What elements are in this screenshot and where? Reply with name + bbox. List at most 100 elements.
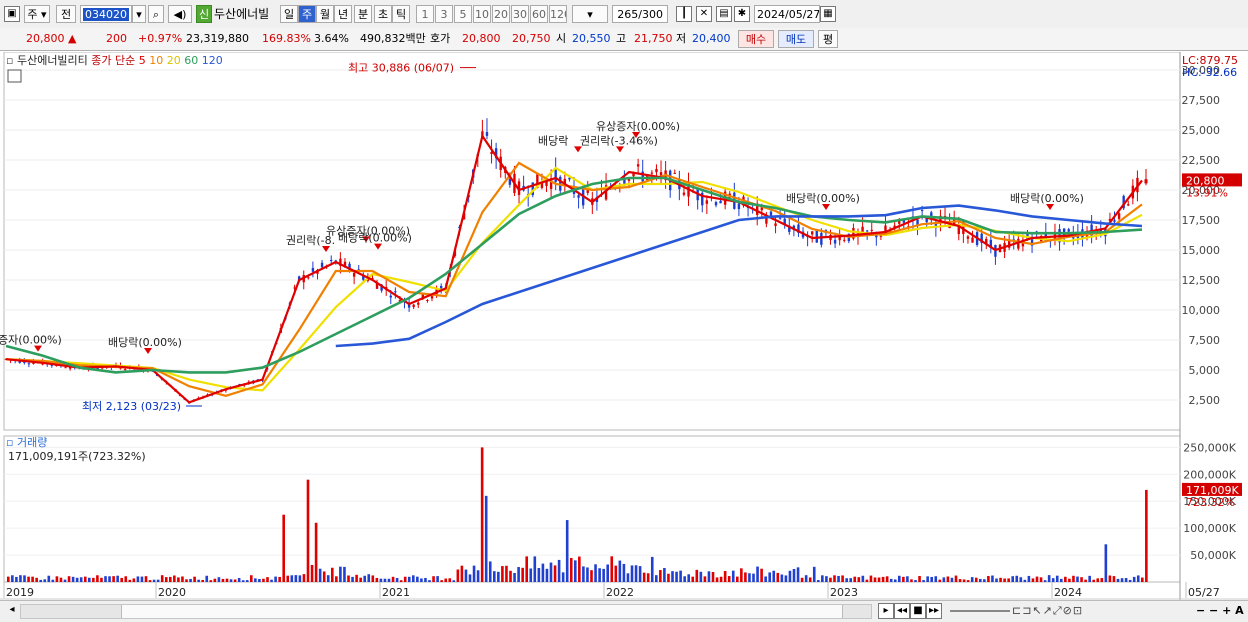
- volume-bar: [699, 571, 703, 582]
- volume-bar: [650, 556, 654, 582]
- interval-button-120[interactable]: 120: [549, 5, 567, 23]
- volume-bar: [537, 568, 541, 582]
- volume-bar: [359, 577, 362, 582]
- interval-dropdown[interactable]: ▾: [572, 5, 608, 23]
- volume-bar: [173, 575, 176, 582]
- volume-bar: [833, 575, 836, 582]
- volume-bar: [865, 579, 869, 582]
- volume-bar: [744, 572, 747, 582]
- volume-bar: [460, 565, 464, 582]
- high-label: 고: [616, 32, 627, 45]
- zoom-controls-icons[interactable]: − − + A: [1196, 604, 1244, 618]
- candle-body: [636, 164, 640, 167]
- interval-button-5[interactable]: 5: [454, 5, 472, 23]
- code-dropdown-icon[interactable]: ▾: [132, 5, 146, 23]
- candle-body: [655, 168, 658, 173]
- horizontal-scrollbar[interactable]: [20, 604, 872, 619]
- volume-bar: [343, 566, 346, 582]
- volume-bar: [128, 579, 132, 582]
- volume-bar: [764, 576, 767, 582]
- period-tab-5[interactable]: 초: [374, 5, 392, 23]
- candle-body: [865, 230, 869, 232]
- save-icon[interactable]: ▤: [716, 6, 732, 22]
- volume-bar: [1104, 544, 1108, 582]
- volume-bar: [756, 566, 759, 582]
- buy-button[interactable]: 매수: [738, 30, 774, 48]
- interval-button-10[interactable]: 10: [473, 5, 491, 23]
- count-input[interactable]: 265/300: [612, 5, 668, 23]
- volume-bar: [618, 560, 622, 582]
- legend-ma-5: 5: [139, 54, 150, 67]
- calendar-icon[interactable]: ▦: [820, 6, 836, 22]
- stop-icon[interactable]: ■: [910, 603, 926, 619]
- volume-bar: [11, 575, 14, 582]
- scroll-left-icon[interactable]: ◂: [4, 603, 20, 619]
- window-menu-icon[interactable]: ▣: [4, 6, 20, 22]
- chart-area[interactable]: 2,500 5,000 7,500 10,000 12,500 15,000 17,500 2…: [0, 52, 1248, 600]
- volume-bar: [958, 579, 962, 582]
- period-tab-1[interactable]: 주: [298, 5, 316, 23]
- speaker-icon[interactable]: ◀): [168, 5, 192, 23]
- volume-bar: [403, 576, 407, 582]
- volume-bar: [983, 579, 986, 582]
- scrollbar-thumb[interactable]: [121, 605, 843, 618]
- crosshair-icon[interactable]: ✕: [696, 6, 712, 22]
- volume-bar: [877, 577, 881, 582]
- period-tab-6[interactable]: 틱: [392, 5, 410, 23]
- volume-bar: [505, 565, 508, 582]
- period-tab-2[interactable]: 월: [316, 5, 334, 23]
- candle-type-icon[interactable]: ┃: [676, 6, 692, 22]
- volume-bar: [796, 567, 800, 582]
- period-tab-4[interactable]: 분: [354, 5, 372, 23]
- rewind-icon[interactable]: ◂◂: [894, 603, 910, 619]
- search-icon[interactable]: ⌕: [148, 5, 164, 23]
- zoom-slider[interactable]: [950, 610, 1010, 612]
- interval-button-30[interactable]: 30: [511, 5, 529, 23]
- volume-bar: [683, 576, 686, 582]
- volume-bar: [63, 579, 67, 582]
- market-select[interactable]: 주 ▾: [24, 5, 50, 23]
- code-input[interactable]: 034020: [80, 5, 132, 23]
- sell-button[interactable]: 매도: [778, 30, 814, 48]
- volume-bar: [181, 576, 184, 582]
- legend-stock-name: 두산에너빌리티: [17, 54, 91, 67]
- eval-button[interactable]: 평: [818, 30, 838, 48]
- volume-bar: [43, 579, 47, 582]
- period-tab-3[interactable]: 년: [334, 5, 352, 23]
- interval-button-1[interactable]: 1: [416, 5, 434, 23]
- volume-bar: [217, 577, 221, 582]
- volume-bar: [727, 576, 731, 582]
- interval-button-3[interactable]: 3: [435, 5, 453, 23]
- volume-bar: [582, 566, 585, 582]
- volume-bar: [245, 580, 249, 582]
- volume-bar: [1043, 580, 1047, 582]
- volume-bar: [1112, 576, 1116, 582]
- volume-bar: [950, 577, 954, 582]
- interval-button-20[interactable]: 20: [492, 5, 510, 23]
- date-input[interactable]: 2024/05/27: [754, 5, 820, 23]
- volume-bar: [391, 576, 395, 582]
- price-tick-label: 27,500: [1182, 94, 1221, 107]
- trade-amount: 490,832백만: [360, 32, 426, 45]
- drawing-tools-icons[interactable]: ⊏⊐↖↗⤢⊘⊡: [1012, 604, 1083, 618]
- volume-bar: [922, 580, 925, 582]
- volume-bar: [1096, 578, 1100, 582]
- interval-button-60[interactable]: 60: [530, 5, 548, 23]
- price-tick-label: 25,000: [1182, 124, 1221, 137]
- scroll-right-icon[interactable]: ▸: [878, 603, 894, 619]
- candle-body: [778, 217, 782, 219]
- current-price-pct: 13.91%: [1186, 186, 1228, 199]
- settings-icon[interactable]: ✱: [734, 6, 750, 22]
- fast-forward-icon[interactable]: ▸▸: [926, 603, 942, 619]
- chart-svg[interactable]: 2,500 5,000 7,500 10,000 12,500 15,000 17,500 2…: [0, 52, 1248, 600]
- volume-bar: [513, 572, 516, 582]
- period-tab-0[interactable]: 일: [280, 5, 298, 23]
- prev-button[interactable]: 전: [56, 5, 76, 23]
- volume-bar: [205, 575, 209, 582]
- legend-ma-10: 10: [149, 54, 167, 67]
- volume-bar: [792, 568, 796, 582]
- event-label: 배당락: [538, 134, 568, 147]
- price-tick-label: 15,000: [1182, 244, 1221, 257]
- candle-body: [508, 178, 512, 185]
- candle-body: [417, 302, 420, 305]
